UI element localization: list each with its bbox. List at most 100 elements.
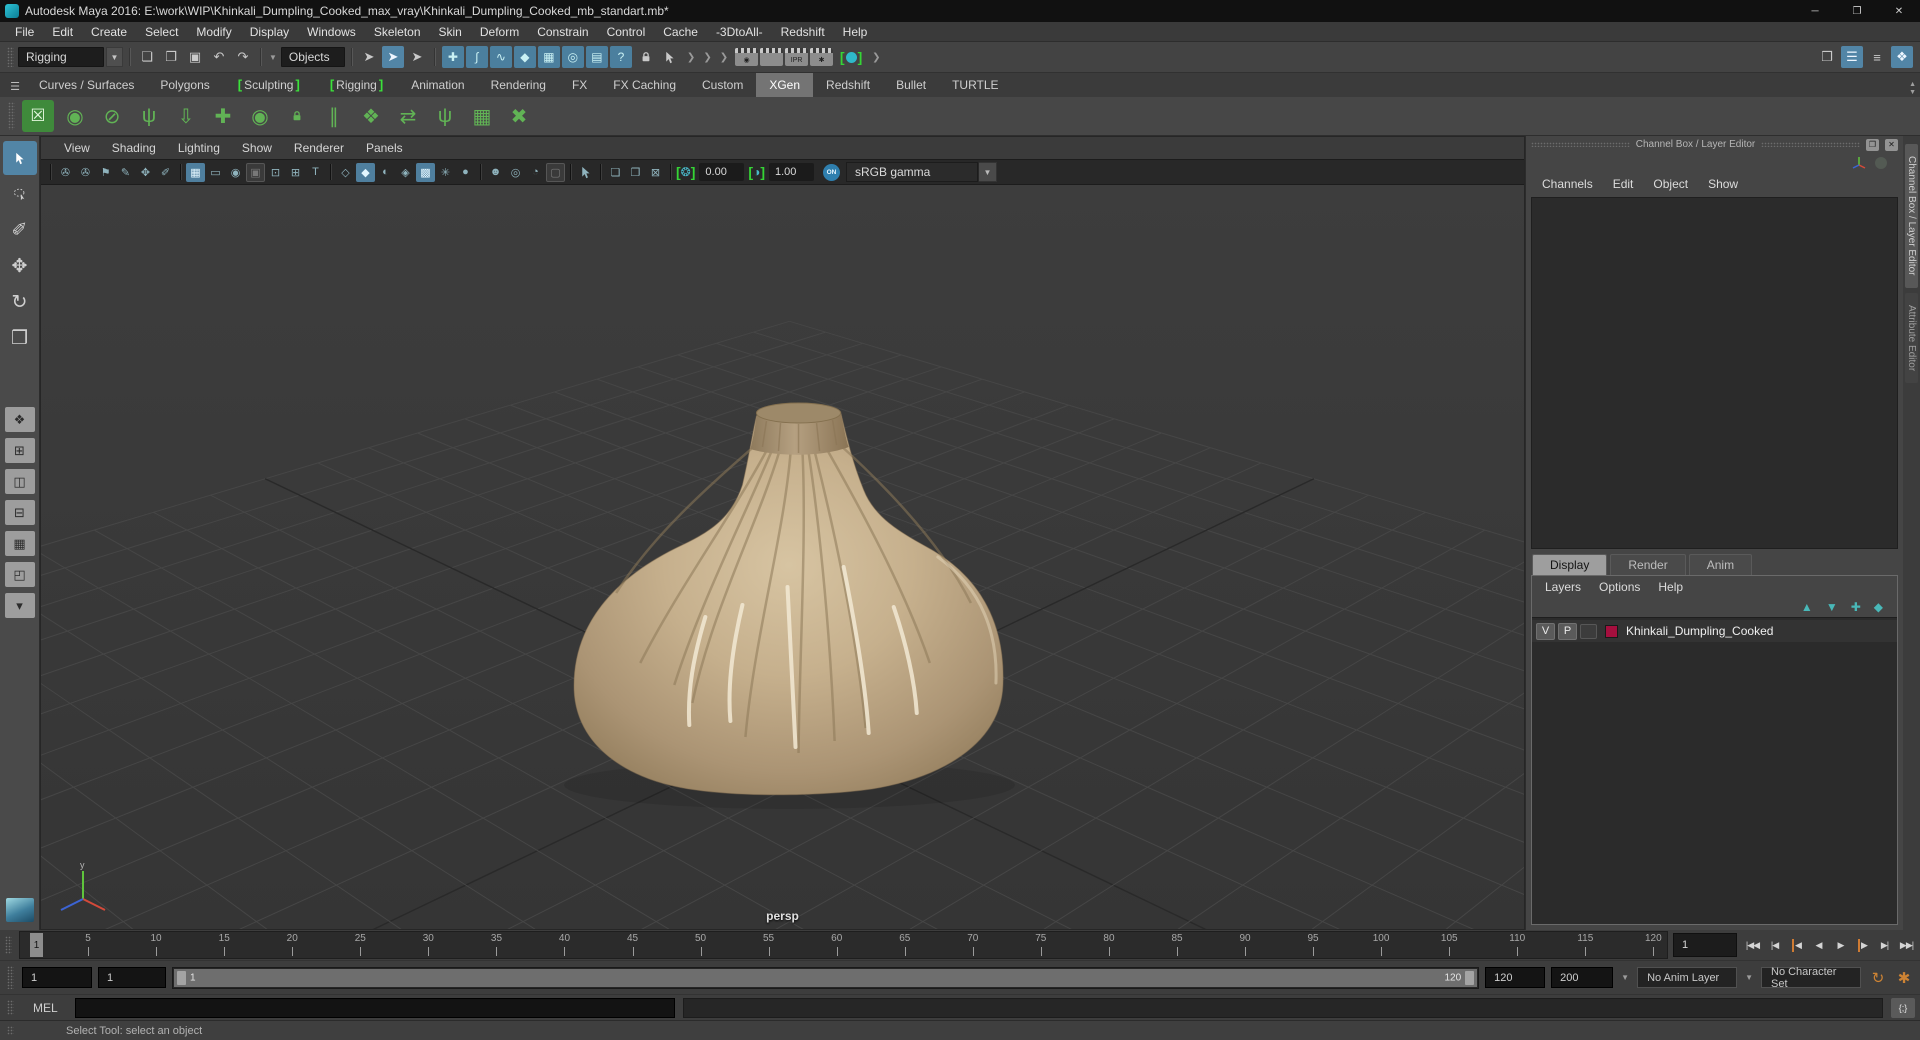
gamma-icon[interactable]: [◑] (748, 164, 765, 180)
save-scene-icon[interactable]: ▣ (184, 46, 206, 68)
collapse-arrow-icon[interactable]: ❯ (716, 52, 732, 63)
collapse-arrow-icon[interactable]: ❯ (868, 52, 884, 63)
render-settings-icon[interactable]: ✱ (810, 48, 834, 66)
xgen-guide-visibility-icon[interactable]: ◉ (244, 100, 276, 132)
menu-modify[interactable]: Modify (187, 22, 240, 42)
shelf-tab-curves-surfaces[interactable]: Curves / Surfaces (26, 73, 147, 97)
filter-dropdown-arrow[interactable]: ▼ (267, 53, 279, 62)
image-plane-icon[interactable]: ✎ (116, 163, 135, 182)
panel-close-button[interactable]: ✕ (1885, 138, 1899, 151)
select-by-object-icon[interactable]: ➤ (381, 46, 404, 68)
layout-thumbnail[interactable] (5, 898, 34, 922)
layer-tab-render[interactable]: Render (1610, 554, 1686, 575)
xray-joints-icon[interactable]: ◔ (526, 163, 545, 182)
menu-redshift[interactable]: Redshift (772, 22, 834, 42)
rotate-tool[interactable]: ↻ (3, 285, 37, 319)
range-slider-bar[interactable] (174, 968, 1478, 987)
modeling-toolkit-icon[interactable]: ❒ (1816, 46, 1838, 68)
highlight-selection-icon[interactable] (659, 46, 681, 68)
new-scene-icon[interactable]: ❏ (136, 46, 158, 68)
flat-shade-icon[interactable]: ◐ (376, 163, 395, 182)
menuset-dropdown-arrow[interactable]: ▼ (106, 47, 123, 67)
view-transform-toggle[interactable]: ON (823, 163, 840, 181)
command-line-input[interactable] (74, 997, 675, 1018)
layer-tab-display[interactable]: Display (1532, 554, 1608, 575)
shelf-tab-turtle[interactable]: TURTLE (939, 73, 1011, 97)
scale-tool[interactable]: ❒ (3, 321, 37, 355)
step-back-frame-button[interactable]: |◀ (1764, 933, 1785, 957)
grip-handle[interactable] (5, 936, 12, 954)
layout-more-button[interactable]: ▾ (4, 593, 35, 618)
shelf-tab-bullet[interactable]: Bullet (883, 73, 939, 97)
channel-list-area[interactable] (1531, 197, 1898, 549)
script-editor-icon[interactable]: {;} (1891, 997, 1915, 1018)
grease-pencil-icon[interactable]: ✐ (156, 163, 175, 182)
xgen-add-guides-icon[interactable]: ψ (133, 100, 165, 132)
smooth-shade-icon[interactable]: ◆ (356, 162, 375, 182)
playback-speed-dropdown-arrow[interactable]: ▼ (1619, 973, 1631, 982)
panel-grip-dots[interactable] (1531, 142, 1630, 147)
snap-to-view-planes-icon[interactable]: ▦ (537, 46, 560, 68)
shelf-tab-rigging[interactable]: [Rigging] (315, 73, 398, 97)
translucency-icon[interactable]: ▢ (546, 162, 565, 182)
range-slider[interactable]: 1 120 (172, 966, 1480, 989)
command-line-language-toggle[interactable]: MEL (24, 1001, 67, 1015)
move-layer-up-icon[interactable]: ▲ (1801, 600, 1813, 614)
output-connections-icon[interactable]: ? (609, 46, 632, 68)
viewport-menu-view[interactable]: View (53, 141, 101, 155)
isolate-add-icon[interactable]: ❐ (626, 163, 645, 182)
channel-box-menu-edit[interactable]: Edit (1603, 177, 1644, 191)
textured-icon[interactable]: ▩ (416, 162, 435, 182)
speed-state-icon[interactable] (1875, 157, 1887, 169)
menu-select[interactable]: Select (136, 22, 187, 42)
command-line-results[interactable] (682, 997, 1883, 1018)
lasso-tool[interactable] (3, 177, 37, 211)
snap-to-projected-center-icon[interactable]: ◆ (513, 46, 536, 68)
layer-tab-anim[interactable]: Anim (1688, 554, 1753, 575)
colorspace-dropdown[interactable]: sRGB gamma (846, 162, 978, 182)
undo-icon[interactable]: ↶ (208, 46, 230, 68)
grip-handle[interactable] (7, 1000, 14, 1015)
redo-icon[interactable]: ↷ (232, 46, 254, 68)
layer-name[interactable]: Khinkali_Dumpling_Cooked (1626, 624, 1773, 638)
shelf-tab-sculpting[interactable]: [Sculpting] (223, 73, 315, 97)
playback-start-field[interactable]: 1 (98, 967, 166, 988)
colorspace-dropdown-arrow[interactable]: ▼ (979, 162, 997, 182)
exposure-icon[interactable]: [❂] (676, 164, 695, 180)
go-to-start-button[interactable]: |◀◀ (1742, 933, 1763, 957)
snap-to-points-icon[interactable]: ∿ (489, 46, 512, 68)
shelf-tab-fx-caching[interactable]: FX Caching (600, 73, 689, 97)
snap-to-curves-icon[interactable]: ∫ (465, 46, 488, 68)
close-button[interactable]: ✕ (1878, 0, 1920, 22)
isolate-remove-icon[interactable]: ⊠ (646, 163, 665, 182)
viewport-menu-show[interactable]: Show (231, 141, 283, 155)
channel-box-menu-show[interactable]: Show (1698, 177, 1748, 191)
shelf-scroll-down-button[interactable]: ▼ (1909, 89, 1916, 97)
xgen-layers-icon[interactable]: ❖ (355, 100, 387, 132)
layout-single-pane-button[interactable]: ❖ (4, 407, 35, 432)
shelf-tab-rendering[interactable]: Rendering (478, 73, 559, 97)
select-by-component-icon[interactable]: ➤ (406, 46, 428, 68)
dumpling-model[interactable] (564, 402, 1015, 809)
use-default-material-icon[interactable]: ☻ (486, 163, 505, 182)
shelf-tab-custom[interactable]: Custom (689, 73, 756, 97)
layer-visibility-toggle[interactable]: V (1536, 622, 1555, 640)
bookmark-icon[interactable]: ⚑ (96, 163, 115, 182)
xgen-create-guide-icon[interactable]: ✚ (207, 100, 239, 132)
xray-icon[interactable]: ◎ (506, 163, 525, 182)
layout-hypershade-persp-button[interactable]: ▦ (4, 531, 35, 556)
time-slider-track[interactable]: 1 5 10 15 20 25 30 35 40 45 50 55 60 65 70 75 80 85 90 95 1… (19, 931, 1668, 959)
layer-color-swatch[interactable] (1605, 624, 1618, 638)
snap-to-grids-icon[interactable]: ✚ (441, 46, 464, 68)
grip-handle[interactable] (7, 1026, 14, 1035)
shadows-icon[interactable]: ● (456, 163, 475, 182)
side-tab-attribute-editor[interactable]: Attribute Editor (1905, 292, 1918, 383)
maximize-button[interactable]: ❐ (1836, 0, 1878, 22)
move-layer-down-icon[interactable]: ▼ (1826, 600, 1838, 614)
menu-windows[interactable]: Windows (298, 22, 365, 42)
move-tool[interactable]: ✥ (3, 249, 37, 283)
shelf-tab-xgen[interactable]: XGen (756, 73, 814, 97)
layout-persp-outliner-graph-button[interactable]: ◰ (4, 562, 35, 587)
play-backwards-button[interactable]: ◀ (1808, 933, 1829, 957)
wireframe-icon[interactable]: ◇ (336, 163, 355, 182)
